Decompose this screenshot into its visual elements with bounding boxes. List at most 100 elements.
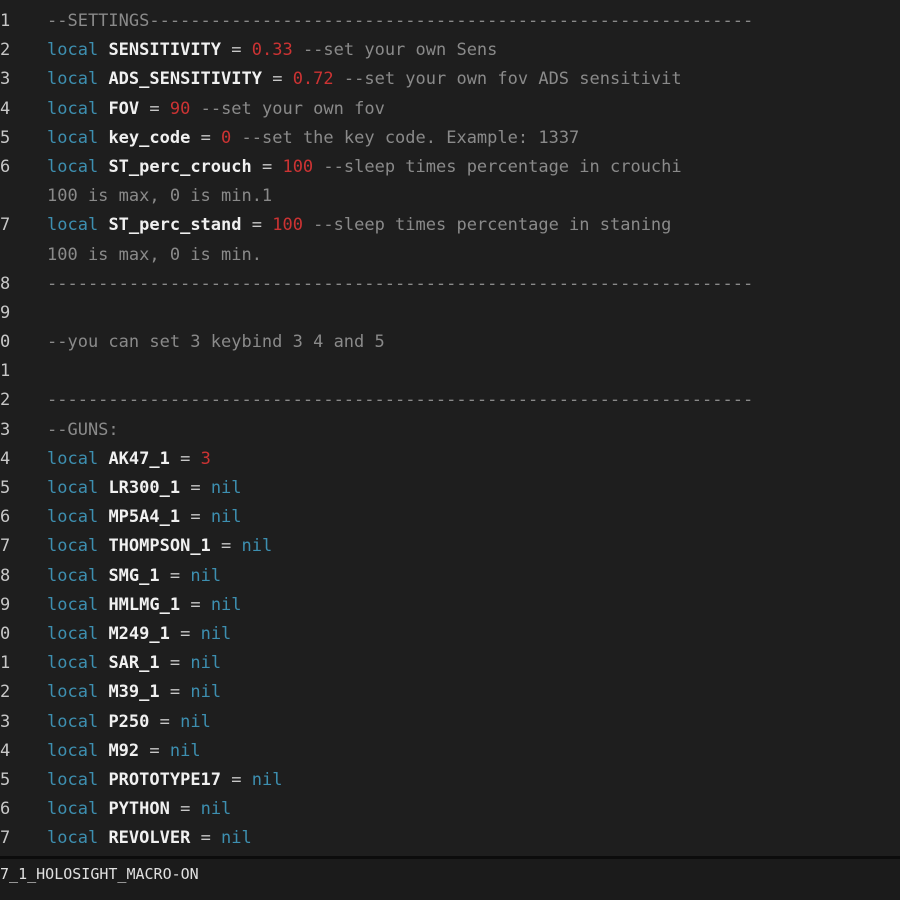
code-line[interactable]: 7 local THOMPSON_1 = nil	[0, 532, 900, 561]
keyword-token: local	[47, 127, 99, 148]
code-line[interactable]: 6 local ST_perc_crouch = 100 --sleep time…	[0, 153, 900, 182]
identifier-token: M39_1	[108, 682, 160, 703]
code-line[interactable]: 7 local REVOLVER = nil	[0, 824, 900, 853]
keyword-token: local	[47, 478, 99, 498]
code-line[interactable]: 9 local HMLMG_1 = nil	[0, 591, 900, 620]
line-text: local ST_perc_stand = 100 --sleep times …	[47, 211, 671, 240]
keyword-token: local	[47, 69, 99, 90]
comment-token: --set your own fov ADS sensitivit	[333, 69, 682, 90]
keyword-token: local	[47, 507, 99, 528]
code-line[interactable]: 3 local P250 = nil	[0, 708, 900, 737]
status-bar: 47_1_HOLOSIGHT_MACRO-ON	[0, 859, 900, 900]
code-line[interactable]: 7 local ST_perc_stand = 100 --sleep times…	[0, 211, 900, 240]
code-line[interactable]: 2 ---------------------------------------…	[0, 386, 900, 415]
identifier-token: FOV	[108, 98, 140, 119]
line-text: ----------------------------------------…	[47, 270, 753, 299]
line-number: 6	[0, 156, 11, 177]
code-line[interactable]: 5 local LR300_1 = nil	[0, 474, 900, 503]
comment-token: --set your own fov	[190, 98, 385, 119]
operator-token: =	[221, 40, 252, 61]
line-number: 5	[0, 478, 11, 498]
number-token: 0.33	[251, 40, 293, 61]
line-number: 9	[0, 302, 11, 323]
number-token: 0.72	[292, 69, 334, 90]
operator-token: =	[169, 448, 201, 469]
comment-token: --SETTINGS------------------------------…	[47, 11, 754, 31]
code-line[interactable]: 8 ---------------------------------------…	[0, 270, 900, 299]
code-line[interactable]: 1 --SETTINGS-----------------------------…	[0, 7, 900, 36]
line-number: 3	[0, 711, 11, 732]
code-line[interactable]: 3 --GUNS:	[0, 416, 900, 445]
code-line[interactable]: 1 local SAR_1 = nil	[0, 649, 900, 678]
nil-token: nil	[210, 478, 242, 498]
comment-token: --set your own Sens	[292, 40, 498, 61]
code-line[interactable]: 5 local PROTOTYPE17 = nil	[0, 766, 900, 795]
identifier-token: ADS_SENSITIVITY	[108, 69, 262, 90]
code-line[interactable]: 4 local FOV = 90 --set your own fov	[0, 95, 900, 124]
line-number: 5	[0, 127, 11, 148]
comment-token: --set the key code. Example: 1337	[231, 127, 580, 148]
operator-token: =	[210, 536, 242, 557]
code-line[interactable]: 100 is max, 0 is min.1	[0, 182, 900, 211]
identifier-token: MP5A4_1	[108, 507, 181, 528]
keyword-token: local	[47, 448, 99, 469]
identifier-token: SMG_1	[108, 565, 160, 586]
keyword-token: local	[47, 536, 99, 557]
code-line[interactable]: 5 local key_code = 0 --set the key code. …	[0, 124, 900, 153]
code-line[interactable]: 2 local SENSITIVITY = 0.33 --set your own…	[0, 36, 900, 65]
line-text: local P250 = nil	[47, 708, 211, 737]
code-line[interactable]: 4 local M92 = nil	[0, 737, 900, 766]
nil-token: nil	[190, 682, 222, 703]
identifier-token: PYTHON	[108, 799, 170, 820]
line-text: local M39_1 = nil	[47, 678, 221, 707]
line-number: 4	[0, 740, 11, 761]
keyword-token: local	[47, 98, 99, 119]
nil-token: nil	[190, 653, 222, 674]
line-number: 7	[0, 215, 11, 236]
code-line[interactable]: 6 local PYTHON = nil	[0, 795, 900, 824]
code-line[interactable]: 0 --you can set 3 keybind 3 4 and 5	[0, 328, 900, 357]
code-line[interactable]: 8 local SMG_1 = nil	[0, 562, 900, 591]
code-line[interactable]: 100 is max, 0 is min.	[0, 241, 900, 270]
code-line[interactable]: 0 local M249_1 = nil	[0, 620, 900, 649]
code-line[interactable]: 9	[0, 299, 900, 328]
operator-token: =	[251, 156, 283, 177]
nil-token: nil	[241, 536, 273, 557]
nil-token: nil	[169, 740, 201, 761]
line-text: local AK47_1 = 3	[47, 445, 211, 474]
nil-token: nil	[200, 623, 232, 644]
code-line[interactable]: 2 local M39_1 = nil	[0, 678, 900, 707]
code-line[interactable]: 6 local MP5A4_1 = nil	[0, 503, 900, 532]
line-number: 6	[0, 799, 11, 820]
line-text: local M249_1 = nil	[47, 620, 231, 649]
code-line[interactable]: 4 local AK47_1 = 3	[0, 445, 900, 474]
nil-token: nil	[210, 594, 242, 615]
line-text: local FOV = 90 --set your own fov	[47, 95, 385, 124]
line-number: 1	[0, 361, 11, 382]
identifier-token: AK47_1	[108, 448, 170, 469]
identifier-token: PROTOTYPE17	[108, 769, 222, 790]
line-number: 2	[0, 390, 11, 411]
line-number: 0	[0, 332, 11, 353]
identifier-token: ST_perc_crouch	[108, 156, 252, 177]
code-lines: 1 --SETTINGS-----------------------------…	[0, 7, 900, 853]
nil-token: nil	[251, 769, 283, 790]
operator-token: =	[169, 623, 201, 644]
operator-token: =	[139, 98, 170, 119]
line-number: 6	[0, 507, 11, 528]
code-line[interactable]: 1	[0, 357, 900, 386]
nil-token: nil	[200, 799, 232, 820]
code-editor[interactable]: 1 --SETTINGS-----------------------------…	[0, 0, 900, 856]
keyword-token: local	[47, 215, 99, 236]
line-number: 3	[0, 419, 11, 440]
line-text: ----------------------------------------…	[47, 386, 753, 415]
code-line[interactable]: 3 local ADS_SENSITIVITY = 0.72 --set your…	[0, 65, 900, 94]
line-number: 8	[0, 565, 11, 586]
